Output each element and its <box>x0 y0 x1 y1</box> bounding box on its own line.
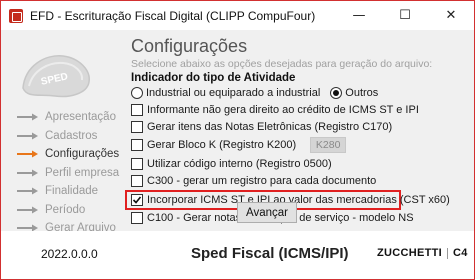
sped-logo: SPED <box>22 55 90 98</box>
title-bar: EFD - Escrituração Fiscal Digital (CLIPP… <box>1 1 474 30</box>
window-title: EFD - Escrituração Fiscal Digital (CLIPP… <box>30 8 316 23</box>
page-subtitle: Selecione abaixo as opções desejadas par… <box>131 58 433 70</box>
radio-industrial-label: Industrial ou equiparado a industrial <box>146 87 321 99</box>
option-row[interactable]: C100 - Gerar notas de compra de serviço … <box>131 210 469 227</box>
option-row[interactable]: Gerar itens das Notas Eletrônicas (Regis… <box>131 118 469 135</box>
nav-step[interactable]: Configurações <box>17 145 127 164</box>
settings-panel: Configurações Selecione abaixo as opções… <box>125 35 469 227</box>
checkbox-incorporar-icms[interactable] <box>131 193 143 206</box>
checkbox-0500[interactable] <box>131 157 143 170</box>
checkbox-c100-ns[interactable] <box>131 212 143 225</box>
arrow-right-icon <box>17 169 39 177</box>
radio-outros[interactable] <box>330 87 343 99</box>
checkmark-icon <box>132 196 142 204</box>
option-label: C300 - gerar um registro para cada docum… <box>147 175 377 188</box>
checkbox-bloco-k[interactable] <box>131 139 143 152</box>
nav-step-label: Apresentação <box>45 111 116 124</box>
nav-step[interactable]: Apresentação <box>17 108 127 127</box>
option-row[interactable]: Gerar Bloco K (Registro K200) K280 <box>131 135 469 155</box>
minimize-button[interactable]: — <box>336 1 382 30</box>
option-label: Incorporar ICMS ST e IPI ao valor das me… <box>147 193 450 206</box>
nav-step[interactable]: Perfil empresa <box>17 164 127 183</box>
option-label: Informante não gera direito ao crédito d… <box>147 103 419 116</box>
k280-button[interactable]: K280 <box>310 137 347 154</box>
version-label: 2022.0.0.0 <box>41 247 98 261</box>
nav-step[interactable]: Cadastros <box>17 127 127 146</box>
nav-step-label: Configurações <box>45 148 120 161</box>
brand-logo: ZUCCHETTI C4 <box>377 247 468 259</box>
nav-step-label: Finalidade <box>45 185 99 198</box>
wizard-steps-nav: Apresentação Cadastros Configurações Perfil… <box>17 108 127 238</box>
checkbox-c300[interactable] <box>131 175 143 188</box>
app-icon <box>9 8 23 23</box>
option-label: Gerar itens das Notas Eletrônicas (Regis… <box>147 120 393 133</box>
option-row[interactable]: C300 - gerar um registro para cada docum… <box>131 173 469 190</box>
product-name: Sped Fiscal (ICMS/IPI) <box>191 245 349 262</box>
radio-industrial[interactable] <box>131 87 143 99</box>
footer: 2022.0.0.0 Sped Fiscal (ICMS/IPI) ZUCCHE… <box>1 231 474 279</box>
nav-step-label: Perfil empresa <box>45 166 120 179</box>
nav-step-label: Cadastros <box>45 129 98 142</box>
brand-name: ZUCCHETTI <box>377 247 443 259</box>
arrow-right-icon <box>17 206 39 214</box>
activity-type-radio-group: Industrial ou equiparado a industrial Ou… <box>131 85 469 101</box>
maximize-button[interactable]: ☐ <box>382 1 428 30</box>
option-label: Utilizar código interno (Registro 0500) <box>147 157 332 170</box>
arrow-right-icon <box>17 187 39 195</box>
arrow-right-icon <box>17 150 39 158</box>
option-row[interactable]: Utilizar código interno (Registro 0500) <box>131 155 469 172</box>
option-label: Gerar Bloco K (Registro K200) <box>147 139 297 152</box>
window-controls: — ☐ ✕ <box>336 1 474 30</box>
application-window: EFD - Escrituração Fiscal Digital (CLIPP… <box>0 0 475 280</box>
arrow-right-icon <box>17 113 39 121</box>
option-row[interactable]: Informante não gera direito ao crédito d… <box>131 101 469 118</box>
activity-type-label: Indicador do tipo de Atividade <box>131 72 296 84</box>
brand-mark: C4 <box>453 247 468 259</box>
arrow-right-icon <box>17 132 39 140</box>
advance-button[interactable]: Avançar <box>237 202 297 223</box>
radio-outros-label: Outros <box>345 87 379 99</box>
nav-step[interactable]: Período <box>17 201 127 220</box>
checkbox-informante[interactable] <box>131 103 143 116</box>
close-button[interactable]: ✕ <box>428 1 474 30</box>
page-title: Configurações <box>131 36 248 56</box>
checkbox-c170[interactable] <box>131 120 143 133</box>
nav-step[interactable]: Finalidade <box>17 182 127 201</box>
nav-step-label: Período <box>45 203 86 216</box>
